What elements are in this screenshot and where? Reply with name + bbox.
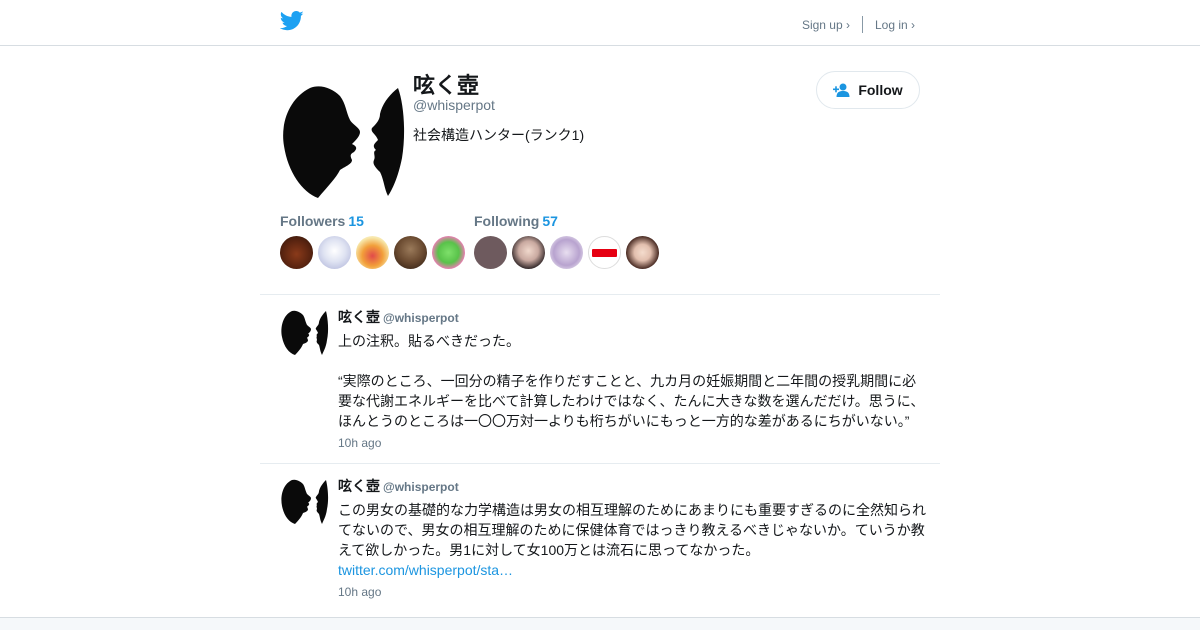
tweet-line: “実際のところ、一回分の精子を作りだすことと、九カ月の妊娠期間と二年間の授乳期間… bbox=[338, 373, 925, 429]
followers-count: 15 bbox=[348, 213, 364, 229]
following-avatar[interactable] bbox=[626, 236, 659, 269]
tweet-text: この男女の基礎的な力学構造は男女の相互理解のためにあまりにも重要すぎるのに全然知… bbox=[338, 500, 928, 580]
followers-section: Followers 15 bbox=[280, 213, 470, 269]
profile-bio: 社会構造ハンター(ランク1) bbox=[413, 127, 585, 143]
follow-label: Follow bbox=[858, 82, 903, 98]
profile-avatar[interactable] bbox=[280, 74, 408, 202]
top-nav: Sign up › Log in › bbox=[802, 16, 915, 33]
tweet-text: 上の注釈。貼るべきだった。 “実際のところ、一回分の精子を作りだすことと、九カ月… bbox=[338, 331, 928, 431]
follower-avatar[interactable] bbox=[432, 236, 465, 269]
following-section: Following 57 bbox=[474, 213, 664, 269]
profile-card: 呟く壺 @whisperpot 社会構造ハンター(ランク1) Follow Fo… bbox=[280, 64, 920, 284]
followers-label: Followers bbox=[280, 213, 346, 229]
following-label: Following bbox=[474, 213, 540, 229]
tweet-author-name[interactable]: 呟く壺 bbox=[338, 478, 380, 494]
following-link[interactable]: Following 57 bbox=[474, 213, 664, 229]
nav-divider bbox=[861, 16, 863, 33]
tweet-line: この男女の基礎的な力学構造は男女の相互理解のためにあまりにも重要すぎるのに全然知… bbox=[338, 502, 926, 558]
tweet-author-handle[interactable]: @whisperpot bbox=[383, 311, 459, 325]
tweet: 呟く壺 @whisperpot 上の注釈。貼るべきだった。 “実際のところ、一回分… bbox=[260, 296, 940, 463]
top-bar: Sign up › Log in › bbox=[0, 0, 1200, 46]
twitter-bird-icon[interactable] bbox=[280, 11, 304, 31]
follower-avatar[interactable] bbox=[394, 236, 427, 269]
profile-name: 呟く壺 bbox=[413, 73, 480, 98]
following-count: 57 bbox=[542, 213, 558, 229]
footer-strip bbox=[0, 617, 1200, 630]
follower-avatar[interactable] bbox=[318, 236, 351, 269]
following-avatar[interactable] bbox=[550, 236, 583, 269]
followers-avatars bbox=[280, 236, 470, 269]
tweet-link[interactable]: twitter.com/whisperpot/sta… bbox=[338, 562, 513, 578]
divider bbox=[260, 294, 940, 295]
tweet-timestamp[interactable]: 10h ago bbox=[338, 585, 381, 599]
tweet-header: 呟く壺 @whisperpot bbox=[338, 307, 459, 327]
tweet-timestamp[interactable]: 10h ago bbox=[338, 436, 381, 450]
following-avatars bbox=[474, 236, 664, 269]
signup-link[interactable]: Sign up › bbox=[802, 18, 850, 32]
tweet: 呟く壺 @whisperpot この男女の基礎的な力学構造は男女の相互理解のために… bbox=[260, 465, 940, 615]
tweet-body: この男女の基礎的な力学構造は男女の相互理解のためにあまりにも重要すぎるのに全然知… bbox=[338, 500, 928, 580]
tweet-avatar[interactable] bbox=[280, 307, 330, 357]
following-avatar[interactable] bbox=[588, 236, 621, 269]
tweet-line: 上の注釈。貼るべきだった。 bbox=[338, 333, 520, 349]
tweet-avatar[interactable] bbox=[280, 476, 330, 526]
brand-logo-icon bbox=[592, 248, 617, 257]
add-user-icon bbox=[833, 83, 850, 97]
divider bbox=[260, 463, 940, 464]
following-avatar[interactable] bbox=[474, 236, 507, 269]
followers-link[interactable]: Followers 15 bbox=[280, 213, 470, 229]
tweet-author-handle[interactable]: @whisperpot bbox=[383, 480, 459, 494]
tweet-author-name[interactable]: 呟く壺 bbox=[338, 309, 380, 325]
follow-button[interactable]: Follow bbox=[816, 71, 920, 109]
follower-avatar[interactable] bbox=[280, 236, 313, 269]
profile-handle: @whisperpot bbox=[413, 97, 495, 113]
page: Sign up › Log in › 呟く壺 @whisperpot 社会構造ハ… bbox=[0, 0, 1200, 630]
following-avatar[interactable] bbox=[512, 236, 545, 269]
login-link[interactable]: Log in › bbox=[875, 18, 915, 32]
tweet-header: 呟く壺 @whisperpot bbox=[338, 476, 459, 496]
follower-avatar[interactable] bbox=[356, 236, 389, 269]
